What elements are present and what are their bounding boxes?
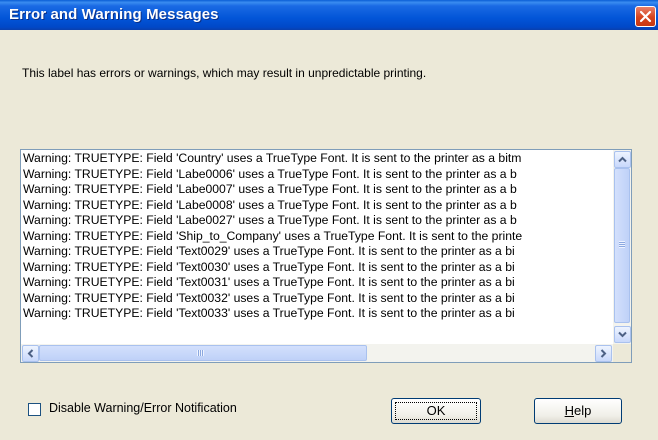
- list-item[interactable]: Warning: TRUETYPE: Field 'Labe0007' uses…: [23, 182, 599, 198]
- help-button[interactable]: Help: [534, 398, 622, 424]
- scroll-left-button[interactable]: [22, 345, 39, 362]
- help-button-mnemonic: H: [564, 403, 575, 418]
- scrollbar-corner: [613, 344, 631, 362]
- chevron-left-icon: [27, 349, 34, 358]
- window-title: Error and Warning Messages: [9, 6, 219, 23]
- close-button[interactable]: [635, 6, 656, 27]
- help-button-label: elp: [574, 403, 592, 418]
- horizontal-scroll-thumb[interactable]: [39, 345, 367, 361]
- warning-message: This label has errors or warnings, which…: [22, 66, 427, 80]
- scroll-up-button[interactable]: [614, 151, 631, 168]
- focus-rectangle: [395, 402, 477, 420]
- chevron-down-icon: [618, 331, 627, 338]
- list-item[interactable]: Warning: TRUETYPE: Field 'Labe0027' uses…: [23, 213, 599, 229]
- vertical-scroll-thumb[interactable]: [614, 168, 630, 323]
- disable-notification-label[interactable]: Disable Warning/Error Notification: [49, 401, 237, 415]
- chevron-right-icon: [600, 349, 607, 358]
- list-item[interactable]: Warning: TRUETYPE: Field 'Text0031' uses…: [23, 275, 599, 291]
- list-item[interactable]: Warning: TRUETYPE: Field 'Labe0008' uses…: [23, 198, 599, 214]
- list-item[interactable]: Warning: TRUETYPE: Field 'Text0033' uses…: [23, 306, 599, 322]
- scroll-right-button[interactable]: [595, 345, 612, 362]
- list-item[interactable]: Warning: TRUETYPE: Field 'Country' uses …: [23, 151, 599, 167]
- list-item[interactable]: Warning: TRUETYPE: Field 'Text0032' uses…: [23, 291, 599, 307]
- close-icon: [639, 10, 652, 23]
- list-item[interactable]: Warning: TRUETYPE: Field 'Text0029' uses…: [23, 244, 599, 260]
- scroll-down-button[interactable]: [614, 326, 631, 343]
- messages-listbox[interactable]: Warning: TRUETYPE: Field 'Country' uses …: [20, 149, 632, 363]
- disable-notification-checkbox[interactable]: [28, 403, 41, 416]
- scroll-grip: [619, 241, 625, 248]
- horizontal-scrollbar[interactable]: [21, 344, 613, 362]
- list-item[interactable]: Warning: TRUETYPE: Field 'Ship_to_Compan…: [23, 229, 599, 245]
- ok-button[interactable]: OK: [391, 398, 481, 424]
- scroll-grip: [197, 350, 204, 356]
- list-item[interactable]: Warning: TRUETYPE: Field 'Labe0006' uses…: [23, 167, 599, 183]
- messages-list: Warning: TRUETYPE: Field 'Country' uses …: [23, 151, 599, 342]
- title-bar[interactable]: Error and Warning Messages: [0, 0, 658, 30]
- list-item[interactable]: Warning: TRUETYPE: Field 'Text0030' uses…: [23, 260, 599, 276]
- vertical-scrollbar[interactable]: [613, 150, 631, 344]
- chevron-up-icon: [618, 156, 627, 163]
